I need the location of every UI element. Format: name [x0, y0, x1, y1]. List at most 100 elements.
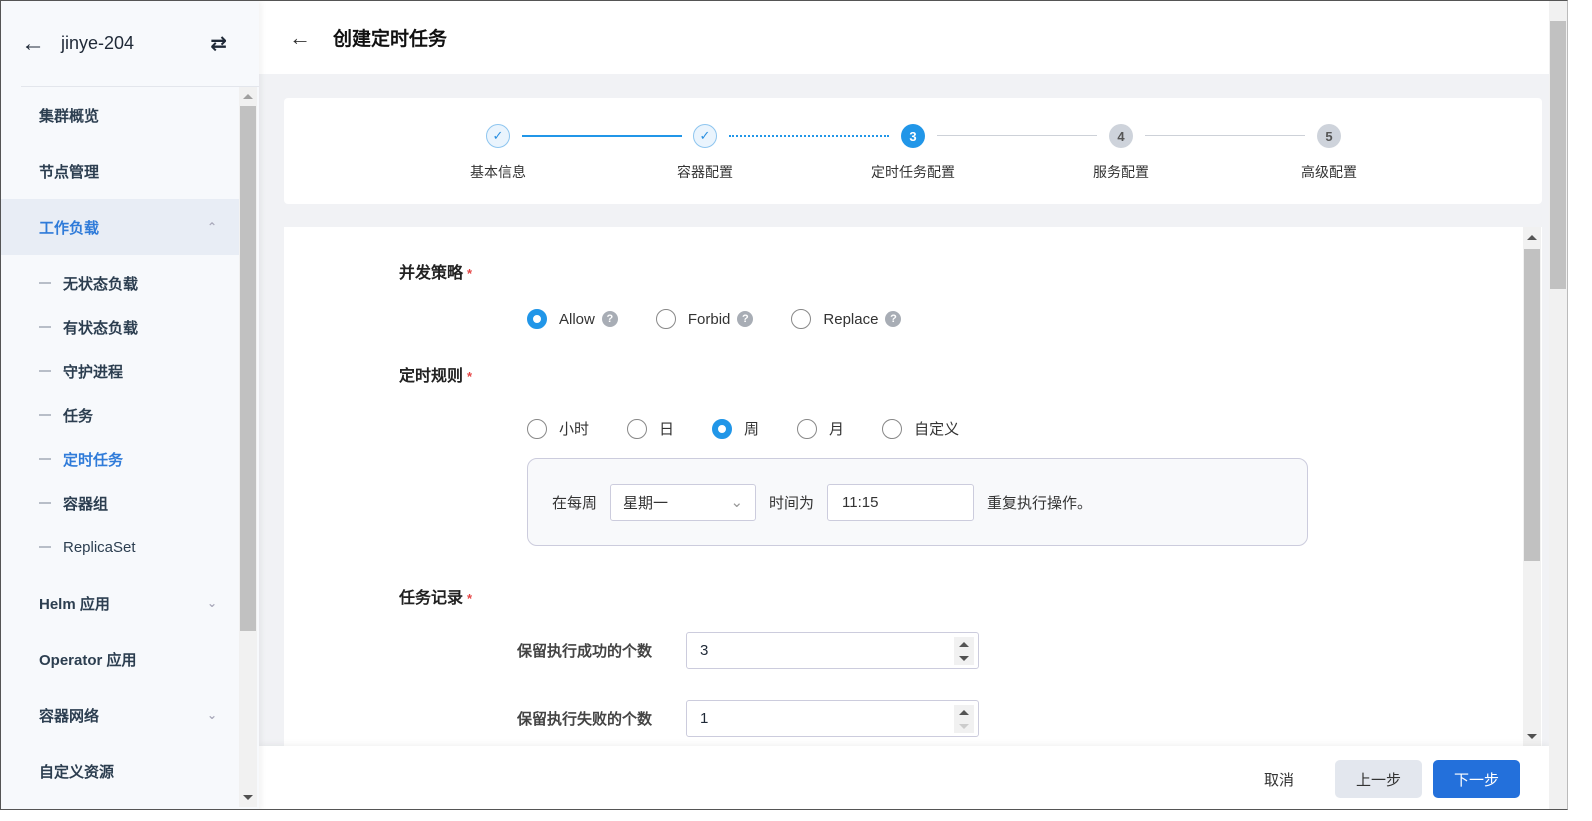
value: 3 [700, 642, 709, 659]
label: 定时任务 [63, 451, 124, 469]
job-history-heading: 任务记录 * [399, 584, 472, 608]
decrement-icon[interactable] [959, 655, 969, 661]
increment-icon[interactable] [959, 709, 969, 715]
required-star: * [467, 369, 473, 384]
step-label: 服务配置 [1093, 164, 1149, 180]
radio-month[interactable]: 月 [797, 418, 844, 439]
sidebar-item-helm-apps[interactable]: Helm 应用 ⌄ [1, 575, 239, 631]
step-cronjob-config: 3 定时任务配置 [853, 124, 973, 182]
next-step-button[interactable]: 下一步 [1433, 760, 1520, 798]
radio-week[interactable]: 周 [712, 418, 759, 439]
dash-icon [39, 546, 51, 548]
scroll-down-icon[interactable] [1527, 734, 1537, 739]
radio-circle[interactable] [527, 418, 547, 439]
label: 定时规则 [399, 368, 464, 385]
radio-circle[interactable] [527, 309, 547, 329]
stepper-buttons[interactable] [954, 705, 974, 733]
cancel-button[interactable]: 取消 [1249, 760, 1309, 798]
time-input[interactable]: 11:15 [827, 483, 975, 521]
radio-day[interactable]: 日 [627, 418, 674, 439]
scroll-up-icon[interactable] [1527, 235, 1537, 240]
label: Allow [559, 310, 595, 328]
scroll-down-icon[interactable] [243, 795, 253, 800]
label: 任务记录 [399, 590, 464, 607]
label: 自定义 [914, 421, 960, 438]
footer-bar: 取消 上一步 下一步 [259, 746, 1549, 809]
radio-circle[interactable] [655, 309, 676, 329]
label: Helm 应用 [39, 595, 110, 613]
radio-circle[interactable] [791, 309, 812, 329]
label: 重复执行操作。 [987, 494, 1093, 512]
form-scroll-thumb[interactable] [1524, 249, 1540, 561]
radio-allow[interactable]: Allow? [527, 309, 618, 329]
cluster-header: ← jinye-204 ⇄ [21, 1, 259, 87]
radio-circle[interactable] [797, 418, 818, 439]
step-label: 高级配置 [1301, 164, 1357, 180]
weekday-select[interactable]: 星期一 ⌄ [610, 483, 757, 521]
switch-cluster-icon[interactable]: ⇄ [210, 31, 227, 56]
increment-icon[interactable] [959, 641, 969, 647]
decrement-icon[interactable] [959, 723, 969, 729]
radio-hour[interactable]: 小时 [527, 418, 589, 439]
sidebar-item-container-network[interactable]: 容器网络 ⌄ [1, 687, 239, 743]
chevron-up-icon: ⌃ [206, 220, 217, 234]
radio-forbid[interactable]: Forbid? [655, 309, 754, 329]
label: Forbid [687, 310, 731, 328]
radio-replace[interactable]: Replace? [791, 309, 902, 329]
page-header: ← 创建定时任务 [259, 1, 1567, 74]
help-icon[interactable]: ? [601, 311, 618, 327]
sidebar: ← jinye-204 ⇄ 集群概览 节点管理 工作负载 ⌃ 无状态负载 有状态负… [1, 1, 259, 809]
sidebar-subitem-cronjobs[interactable]: 定时任务 [1, 437, 239, 481]
label: 有状态负载 [63, 319, 139, 337]
sidebar-subitem-daemonsets[interactable]: 守护进程 [1, 349, 239, 393]
label: 时间为 [769, 494, 815, 512]
label: 容器组 [63, 495, 109, 513]
selected-value: 星期一 [623, 494, 669, 512]
success-history-input[interactable]: 3 [686, 632, 979, 669]
label: 容器网络 [39, 707, 100, 725]
sidebar-subitem-replicasets[interactable]: ReplicaSet [1, 525, 239, 569]
sidebar-subitem-pods[interactable]: 容器组 [1, 481, 239, 525]
check-icon: ✓ [693, 124, 717, 148]
back-arrow-icon[interactable]: ← [289, 25, 311, 51]
help-icon[interactable]: ? [885, 311, 902, 327]
concurrency-policy-heading: 并发策略 * [399, 259, 472, 283]
failed-history-input[interactable]: 1 [686, 700, 979, 737]
step-number: 4 [1109, 124, 1133, 148]
cluster-name: jinye-204 [61, 33, 135, 53]
sidebar-item-cluster-overview[interactable]: 集群概览 [1, 87, 239, 143]
step-basic-info: ✓ 基本信息 [438, 124, 558, 182]
label: 自定义资源 [39, 763, 115, 781]
label: ReplicaSet [63, 538, 136, 556]
radio-custom[interactable]: 自定义 [882, 418, 959, 439]
form-card: 并发策略 * Allow? Forbid? Replace? 定时规则 * 小时 日… [284, 227, 1542, 747]
failed-history-label: 保留执行失败的个数 [517, 711, 653, 728]
sidebar-scroll-thumb[interactable] [240, 106, 256, 631]
dash-icon [39, 502, 51, 504]
sidebar-item-operator-apps[interactable]: Operator 应用 [1, 631, 239, 687]
radio-circle[interactable] [882, 418, 903, 439]
dash-icon [39, 282, 51, 284]
radio-circle[interactable] [627, 418, 648, 439]
back-arrow-icon[interactable]: ← [21, 30, 45, 58]
sidebar-subitem-deployments[interactable]: 无状态负载 [1, 261, 239, 305]
sidebar-item-workloads[interactable]: 工作负载 ⌃ [1, 199, 239, 255]
required-star: * [467, 266, 473, 281]
help-icon[interactable]: ? [737, 311, 754, 327]
label: 节点管理 [39, 163, 100, 181]
step-label: 基本信息 [470, 164, 526, 180]
sidebar-subitem-jobs[interactable]: 任务 [1, 393, 239, 437]
sidebar-item-node-management[interactable]: 节点管理 [1, 143, 239, 199]
sidebar-item-custom-resources[interactable]: 自定义资源 [1, 743, 239, 799]
chevron-down-icon: ⌄ [206, 708, 217, 722]
sidebar-subitem-statefulsets[interactable]: 有状态负载 [1, 305, 239, 349]
stepper-buttons[interactable] [954, 637, 974, 665]
prev-step-button[interactable]: 上一步 [1335, 760, 1422, 798]
label: 集群概览 [39, 107, 100, 125]
scroll-up-icon[interactable] [243, 94, 253, 99]
schedule-radio-group: 小时 日 周 月 自定义 [527, 418, 997, 439]
page-scroll-thumb[interactable] [1550, 21, 1566, 289]
radio-circle[interactable] [712, 418, 733, 439]
step-number: 5 [1317, 124, 1341, 148]
dash-icon [39, 414, 51, 416]
